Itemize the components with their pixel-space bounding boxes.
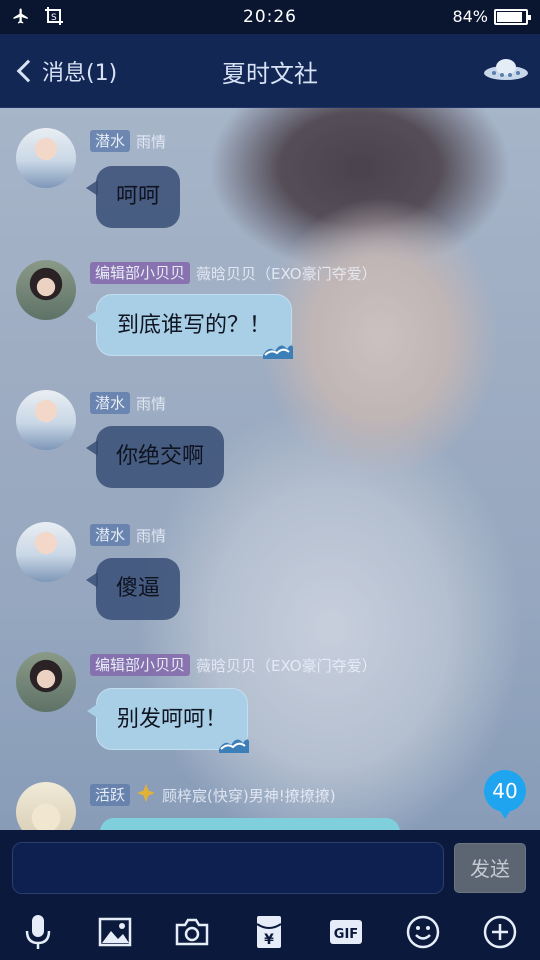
avatar[interactable] bbox=[16, 522, 76, 582]
member-badge: 编辑部小贝贝 bbox=[90, 262, 191, 284]
sender-name: 顾梓宸(快穿)男神!撩撩撩) bbox=[162, 786, 336, 805]
unread-count-badge[interactable]: 40 bbox=[484, 770, 526, 819]
title-star-icon bbox=[136, 783, 156, 807]
message-bubble[interactable]: 傻逼 bbox=[85, 558, 181, 620]
member-badge: 编辑部小贝贝 bbox=[90, 654, 191, 676]
wave-decoration-icon bbox=[263, 345, 294, 359]
microphone-icon[interactable] bbox=[18, 912, 58, 952]
message-bubble[interactable]: 别发呵呵！ bbox=[86, 688, 250, 753]
sender-name: 雨情 bbox=[136, 132, 167, 151]
wave-decoration-icon bbox=[219, 739, 250, 753]
message-text: 到底谁写的？！ bbox=[117, 313, 272, 338]
chat-background[interactable]: 潜水 雨情 呵呵 编辑部小贝贝 薇晗贝贝（EXO豪门夺爱） 到底谁写的？！ 潜水… bbox=[0, 108, 540, 830]
status-bar: S 20:26 84% bbox=[0, 0, 540, 34]
back-button[interactable]: 消息(1) bbox=[14, 54, 117, 88]
sender-name: 薇晗贝贝（EXO豪门夺爱） bbox=[196, 656, 377, 675]
image-icon[interactable] bbox=[95, 912, 135, 952]
emoji-icon[interactable] bbox=[403, 912, 443, 952]
avatar[interactable] bbox=[16, 128, 76, 188]
message-text: 别发呵呵！ bbox=[117, 707, 228, 732]
sender-name: 雨情 bbox=[136, 394, 167, 413]
avatar[interactable] bbox=[16, 390, 76, 450]
battery-icon bbox=[494, 8, 531, 25]
message-bubble[interactable]: 你绝交啊 bbox=[85, 426, 225, 488]
avatar[interactable] bbox=[16, 260, 76, 320]
message-input[interactable] bbox=[12, 842, 444, 894]
member-badge: 潜水 bbox=[90, 524, 131, 546]
svg-text:GIF: GIF bbox=[334, 927, 358, 942]
back-label: 消息(1) bbox=[42, 61, 118, 86]
sender-name: 雨情 bbox=[136, 526, 167, 545]
input-panel: 发送 ¥ GIF bbox=[0, 830, 540, 960]
avatar[interactable] bbox=[16, 652, 76, 712]
red-packet-icon[interactable]: ¥ bbox=[249, 912, 289, 952]
sender-name: 薇晗贝贝（EXO豪门夺爱） bbox=[196, 264, 377, 283]
member-badge: 活跃 bbox=[90, 784, 131, 806]
ufo-icon[interactable] bbox=[482, 56, 530, 84]
message-bubble[interactable]: 到底谁写的？！ bbox=[86, 294, 294, 359]
svg-text:¥: ¥ bbox=[264, 932, 274, 948]
plus-icon[interactable] bbox=[480, 912, 520, 952]
input-toolbar: ¥ GIF bbox=[0, 904, 540, 960]
member-badge: 潜水 bbox=[90, 130, 131, 152]
message-bubble[interactable]: 呵呵 bbox=[85, 166, 181, 228]
gif-icon[interactable]: GIF bbox=[326, 912, 366, 952]
title-bar: 消息(1) 夏时文社 bbox=[0, 34, 540, 108]
member-badge: 潜水 bbox=[90, 392, 131, 414]
send-button[interactable]: 发送 bbox=[454, 843, 526, 893]
battery-percent: 84% bbox=[452, 7, 488, 26]
camera-icon[interactable] bbox=[172, 912, 212, 952]
chevron-left-icon bbox=[16, 59, 40, 83]
